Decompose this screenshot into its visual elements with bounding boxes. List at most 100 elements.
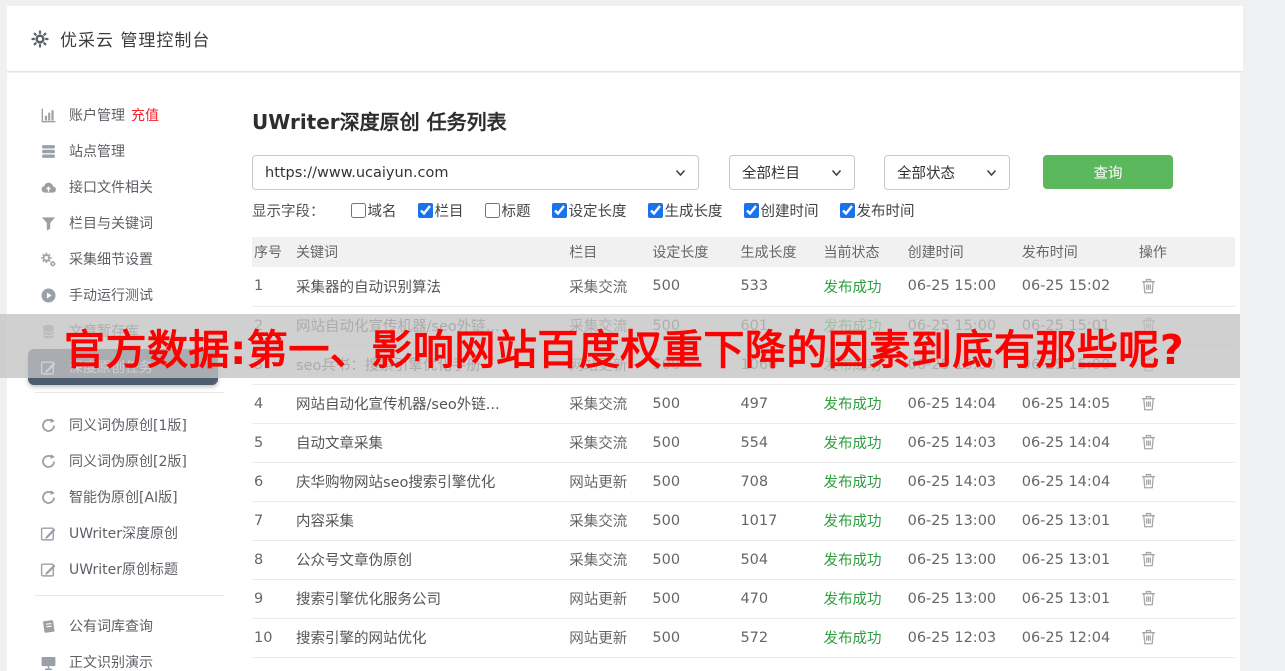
cell-created: 06-25 13:00 — [905, 579, 1020, 619]
checkbox[interactable] — [839, 203, 855, 218]
sidebar-item-synonym-v2[interactable]: 同义词伪原创[2版] — [28, 443, 218, 479]
cell-created: 06-25 15:00 — [905, 267, 1020, 307]
sidebar-item-label: 栏目与关键词 — [69, 216, 153, 232]
cell-gen-length: 554 — [738, 423, 822, 463]
field-checkbox-domain[interactable]: 域名 — [350, 200, 397, 221]
site-select[interactable]: https://www.ucaiyun.com — [252, 155, 699, 190]
gear-icon — [31, 30, 49, 48]
sidebar: 账户管理 充值 站点管理 接口文件相关 栏目与关键词 采集细节设置 手动运行测试… — [7, 97, 252, 671]
cloud-upload-icon — [40, 179, 57, 196]
trash-icon[interactable] — [1139, 587, 1158, 608]
filter-icon — [40, 215, 57, 232]
cell-created: 06-25 14:04 — [905, 384, 1020, 424]
col-status: 当前状态 — [821, 237, 906, 267]
cell-gen-length: 470 — [738, 579, 822, 619]
column-select[interactable]: 全部栏目 — [729, 155, 855, 190]
sidebar-item-label: 正文识别演示 — [69, 655, 153, 671]
sidebar-item-content-recognition[interactable]: 正文识别演示 — [28, 644, 218, 671]
cell-status: 发布成功 — [821, 462, 906, 502]
sidebar-item-synonym-v1[interactable]: 同义词伪原创[1版] — [28, 407, 218, 443]
checkbox[interactable] — [417, 203, 433, 218]
trash-icon[interactable] — [1139, 626, 1158, 647]
cell-keyword: 搜索引擎的网站优化 — [294, 618, 568, 658]
cell-created: 06-25 13:00 — [905, 540, 1020, 580]
page-title: UWriter深度原创 任务列表 — [252, 110, 507, 134]
cell-gen-length: 533 — [738, 267, 822, 307]
cell-set-length: 500 — [650, 501, 739, 541]
checkbox[interactable] — [484, 203, 500, 218]
top-bar: 优采云 管理控制台 — [7, 6, 1243, 72]
table-row: 9 搜索引擎优化服务公司 网站更新 500 470 发布成功 06-25 13:… — [252, 579, 1235, 619]
sidebar-item-smart-ai[interactable]: 智能伪原创[AI版] — [28, 479, 218, 515]
trash-icon[interactable] — [1139, 470, 1158, 491]
sidebar-item-label: 站点管理 — [69, 144, 125, 160]
cell-status: 发布成功 — [821, 540, 906, 580]
checkbox[interactable] — [743, 203, 759, 218]
gears-icon — [40, 251, 57, 268]
cell-gen-length: 708 — [738, 462, 822, 502]
cell-created: 06-25 14:03 — [905, 462, 1020, 502]
checkbox[interactable] — [350, 203, 366, 218]
site-select-value: https://www.ucaiyun.com — [265, 164, 449, 181]
app-root: 优采云 管理控制台 账户管理 充值 站点管理 接口文件相关 栏目与关键词 采集细… — [0, 0, 1285, 671]
field-checkbox-column[interactable]: 栏目 — [417, 200, 464, 221]
cell-status: 发布成功 — [821, 423, 906, 463]
sidebar-item-columns-keywords[interactable]: 栏目与关键词 — [28, 205, 218, 241]
cell-keyword: 搜索引擎优化服务公司 — [294, 579, 568, 619]
refresh-icon — [40, 417, 57, 434]
play-icon — [40, 287, 57, 304]
sidebar-item-label: 公有词库查询 — [69, 619, 153, 635]
trash-icon[interactable] — [1139, 509, 1158, 530]
sidebar-item-sites[interactable]: 站点管理 — [28, 133, 218, 169]
cell-seq: 9 — [252, 579, 295, 619]
chevron-down-icon — [675, 169, 686, 177]
cell-actions — [1136, 384, 1235, 424]
col-seq: 序号 — [252, 237, 295, 267]
cell-status: 发布成功 — [821, 618, 906, 658]
sidebar-item-collect-settings[interactable]: 采集细节设置 — [28, 241, 218, 277]
col-column: 栏目 — [567, 237, 651, 267]
cell-status: 发布成功 — [821, 501, 906, 541]
sidebar-item-account[interactable]: 账户管理 充值 — [28, 97, 218, 133]
sidebar-item-uwriter-title[interactable]: UWriter原创标题 — [28, 551, 218, 587]
sidebar-item-manual-run-test[interactable]: 手动运行测试 — [28, 277, 218, 313]
table-row: 6 庆华购物网站seo搜索引擎优化 网站更新 500 708 发布成功 06-2… — [252, 462, 1235, 502]
sidebar-divider — [35, 392, 224, 393]
sidebar-item-uwriter-deep[interactable]: UWriter深度原创 — [28, 515, 218, 551]
cell-published: 06-25 14:05 — [1019, 384, 1137, 424]
cell-set-length: 500 — [650, 423, 739, 463]
cell-seq: 8 — [252, 540, 295, 580]
field-checkbox-set-length[interactable]: 设定长度 — [551, 200, 627, 221]
query-button[interactable]: 查询 — [1043, 155, 1173, 189]
cell-actions — [1136, 540, 1235, 580]
field-checkbox-published[interactable]: 发布时间 — [839, 200, 915, 221]
col-created: 创建时间 — [905, 237, 1020, 267]
field-checkbox-gen-length[interactable]: 生成长度 — [647, 200, 723, 221]
cell-actions — [1136, 462, 1235, 502]
checkbox[interactable] — [551, 203, 567, 218]
cell-set-length: 500 — [650, 540, 739, 580]
cell-keyword: 网站自动化宣传机器/seo外链... — [294, 384, 568, 424]
cell-gen-length: 572 — [738, 618, 822, 658]
sidebar-item-label: 手动运行测试 — [69, 288, 153, 304]
status-select[interactable]: 全部状态 — [884, 155, 1010, 190]
sidebar-item-label: UWriter原创标题 — [69, 562, 178, 578]
sidebar-item-public-lexicon[interactable]: 公有词库查询 — [28, 608, 218, 644]
fields-label: 显示字段： — [252, 204, 325, 220]
sidebar-item-interface-files[interactable]: 接口文件相关 — [28, 169, 218, 205]
trash-icon[interactable] — [1139, 431, 1158, 452]
checkbox[interactable] — [647, 203, 663, 218]
cell-gen-length: 504 — [738, 540, 822, 580]
task-table: 序号 关键词 栏目 设定长度 生成长度 当前状态 创建时间 发布时间 操作 1 … — [252, 237, 1235, 658]
cell-gen-length: 1017 — [738, 501, 822, 541]
field-checkbox-created[interactable]: 创建时间 — [743, 200, 819, 221]
trash-icon[interactable] — [1139, 548, 1158, 569]
cell-status: 发布成功 — [821, 267, 906, 307]
recharge-badge[interactable]: 充值 — [131, 105, 159, 125]
field-checkbox-title[interactable]: 标题 — [484, 200, 531, 221]
col-actions: 操作 — [1136, 237, 1235, 267]
trash-icon[interactable] — [1139, 275, 1158, 296]
trash-icon[interactable] — [1139, 392, 1158, 413]
book-icon — [40, 618, 57, 635]
bar-chart-icon — [40, 107, 57, 124]
